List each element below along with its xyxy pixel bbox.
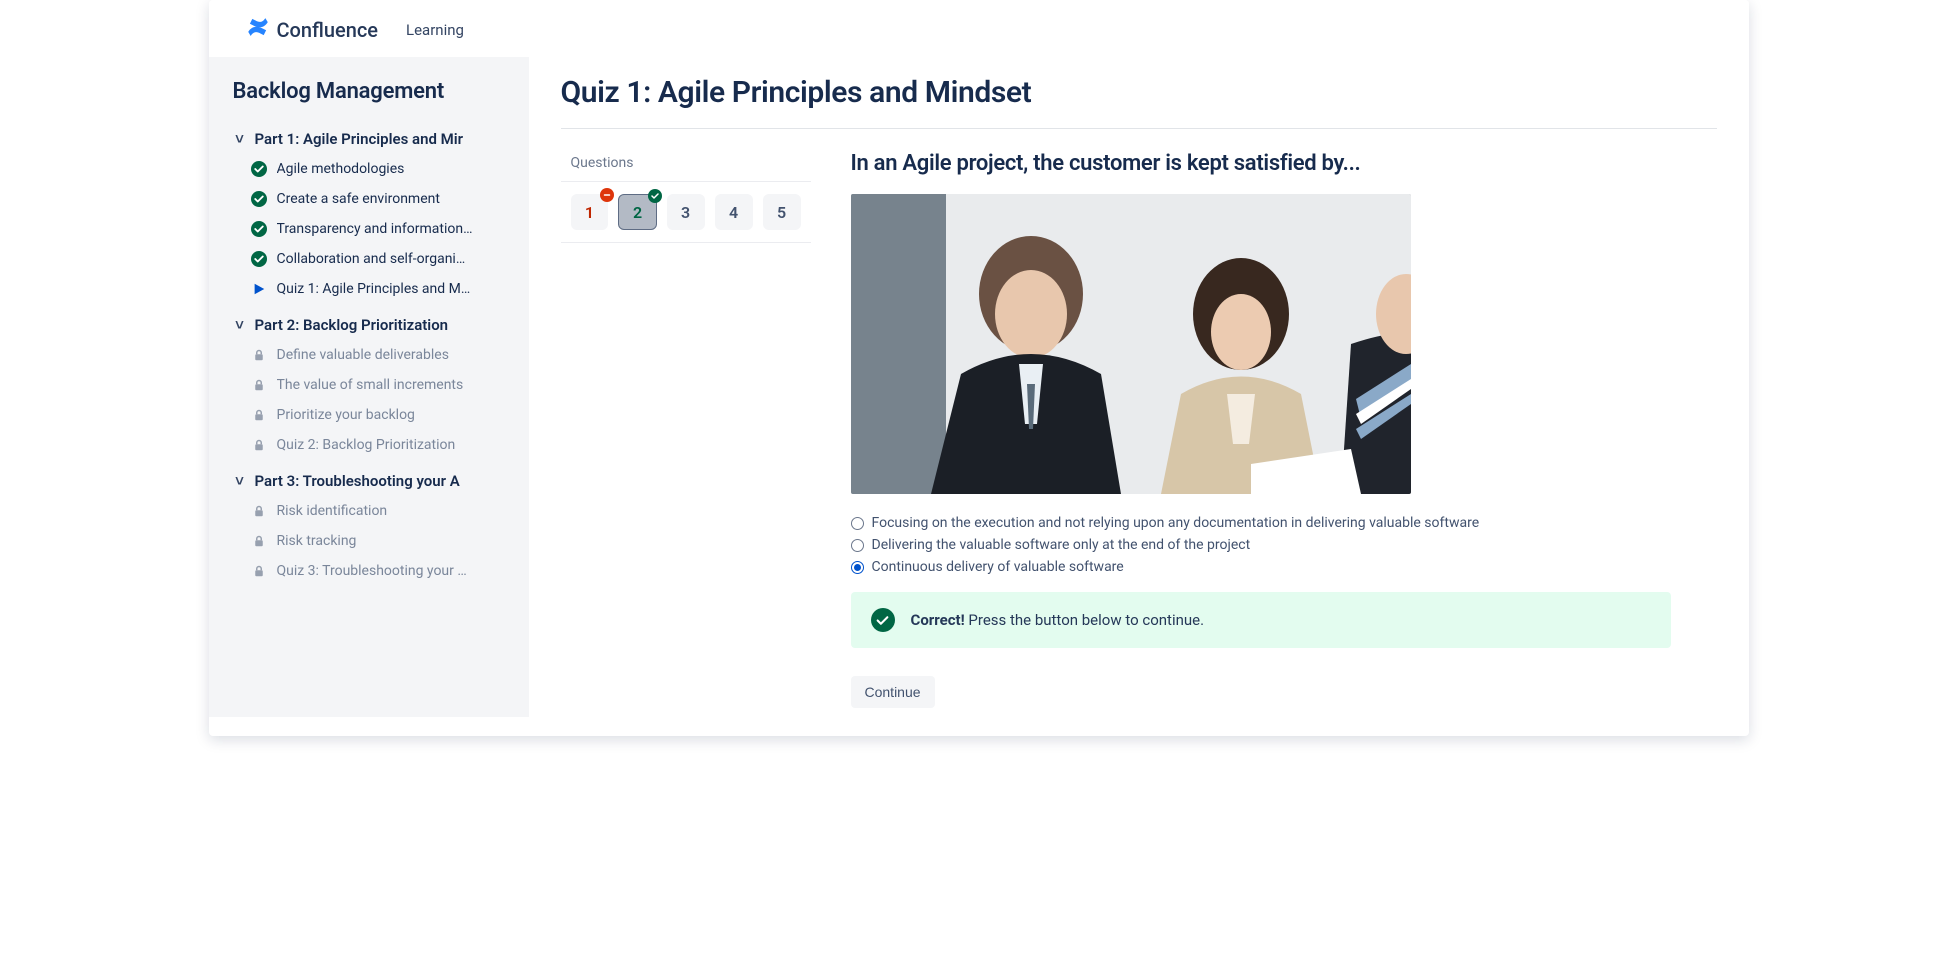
feedback-title: Correct!	[911, 611, 965, 629]
question-chip[interactable]: 4	[715, 194, 753, 230]
sidebar-item-label: Transparency and information…	[277, 221, 473, 237]
lock-icon	[251, 347, 267, 363]
sidebar-item[interactable]: Risk identification	[237, 496, 513, 526]
lock-icon	[251, 503, 267, 519]
check-circle-icon	[251, 161, 267, 177]
sidebar-item-label: Quiz 1: Agile Principles and M…	[277, 281, 471, 297]
question-chip-number: 5	[777, 203, 786, 222]
sidebar-item-label: Quiz 3: Troubleshooting your …	[277, 563, 467, 579]
app-header: Confluence Learning	[209, 0, 1749, 57]
sidebar-item[interactable]: Prioritize your backlog	[237, 400, 513, 430]
answer-option[interactable]: Delivering the valuable software only at…	[851, 534, 1671, 556]
question-chip-number: 3	[681, 203, 690, 222]
radio-icon	[851, 517, 864, 530]
sidebar-part: ˅ Part 3: Troubleshooting your A Risk iden…	[233, 466, 513, 586]
sidebar-item[interactable]: Quiz 2: Backlog Prioritization	[237, 430, 513, 460]
question-chip[interactable]: 1	[571, 194, 609, 230]
sidebar-part-header[interactable]: ˅ Part 1: Agile Principles and Mir	[233, 124, 513, 154]
lock-icon	[251, 533, 267, 549]
sidebar-item[interactable]: The value of small increments	[237, 370, 513, 400]
sidebar-item[interactable]: Define valuable deliverables	[237, 340, 513, 370]
sidebar-part-header[interactable]: ˅ Part 2: Backlog Prioritization	[233, 310, 513, 340]
app-body: Backlog Management ˅ Part 1: Agile Princi…	[209, 57, 1749, 736]
sidebar-item[interactable]: Agile methodologies	[237, 154, 513, 184]
sidebar-part-label: Part 1: Agile Principles and Mir	[255, 130, 464, 148]
check-circle-icon	[871, 608, 895, 632]
question-chip[interactable]: 2	[618, 194, 656, 230]
confluence-logo-icon	[245, 14, 271, 45]
sidebar-part-items: Define valuable deliverables The value of…	[233, 340, 513, 460]
question-chip-number: 4	[729, 203, 738, 222]
radio-icon	[851, 561, 864, 574]
sidebar-item[interactable]: Quiz 3: Troubleshooting your …	[237, 556, 513, 586]
sidebar-part-label: Part 3: Troubleshooting your A	[255, 472, 460, 490]
sidebar-part-items: Risk identification Risk tracking Quiz 3: …	[233, 496, 513, 586]
lock-icon	[251, 437, 267, 453]
course-title: Backlog Management	[233, 79, 513, 104]
question-chips: 1 2 3 4 5	[561, 182, 811, 243]
question-chip[interactable]: 5	[763, 194, 801, 230]
header-section-label[interactable]: Learning	[406, 21, 464, 39]
sidebar-item-label: Agile methodologies	[277, 161, 405, 177]
answer-option[interactable]: Focusing on the execution and not relyin…	[851, 512, 1671, 534]
sidebar-item-label: Risk identification	[277, 503, 388, 519]
page-title: Quiz 1: Agile Principles and Mindset	[561, 75, 1717, 129]
answer-option-label: Focusing on the execution and not relyin…	[872, 515, 1480, 531]
quiz-main: Quiz 1: Agile Principles and Mindset Que…	[529, 57, 1749, 736]
continue-button[interactable]: Continue	[851, 676, 935, 708]
app-window: Confluence Learning Backlog Management ˅…	[209, 0, 1749, 736]
answer-option[interactable]: Continuous delivery of valuable software	[851, 556, 1671, 578]
sidebar-item[interactable]: Create a safe environment	[237, 184, 513, 214]
question-text: In an Agile project, the customer is kep…	[851, 151, 1671, 176]
sidebar-part-label: Part 2: Backlog Prioritization	[255, 316, 449, 334]
sidebar-item-label: Prioritize your backlog	[277, 407, 415, 423]
wrong-badge-icon	[600, 188, 614, 202]
chevron-down-icon: ˅	[233, 472, 247, 490]
sidebar-item-label: Define valuable deliverables	[277, 347, 449, 363]
sidebar-item[interactable]: Risk tracking	[237, 526, 513, 556]
sidebar-item-label: Collaboration and self-organi…	[277, 251, 466, 267]
sidebar-item-label: The value of small increments	[277, 377, 464, 393]
sidebar-item-label: Quiz 2: Backlog Prioritization	[277, 437, 456, 453]
sidebar-part-items: Agile methodologies Create a safe environ…	[233, 154, 513, 304]
radio-icon	[851, 539, 864, 552]
feedback-text: Correct! Press the button below to conti…	[911, 611, 1205, 629]
options-list: Focusing on the execution and not relyin…	[851, 512, 1671, 578]
questions-label: Questions	[561, 151, 811, 182]
feedback-banner: Correct! Press the button below to conti…	[851, 592, 1671, 648]
lock-icon	[251, 563, 267, 579]
sidebar-item-label: Risk tracking	[277, 533, 357, 549]
sidebar-item[interactable]: Collaboration and self-organi…	[237, 244, 513, 274]
lock-icon	[251, 407, 267, 423]
answer-option-label: Delivering the valuable software only at…	[872, 537, 1251, 553]
question-image	[851, 194, 1411, 494]
questions-panel: Questions 1 2 3 4 5	[561, 151, 811, 243]
chevron-down-icon: ˅	[233, 316, 247, 334]
sidebar-item[interactable]: Quiz 1: Agile Principles and M…	[237, 274, 513, 304]
question-chip-number: 1	[585, 203, 594, 222]
sidebar-item[interactable]: Transparency and information…	[237, 214, 513, 244]
question-area: In an Agile project, the customer is kep…	[851, 151, 1671, 708]
feedback-message: Press the button below to continue.	[968, 611, 1204, 629]
correct-badge-icon	[648, 189, 662, 203]
sidebar-part: ˅ Part 1: Agile Principles and Mir Agile m…	[233, 124, 513, 304]
answer-option-label: Continuous delivery of valuable software	[872, 559, 1124, 575]
sidebar-item-label: Create a safe environment	[277, 191, 440, 207]
play-icon	[251, 281, 267, 297]
sidebar-part: ˅ Part 2: Backlog Prioritization Define va…	[233, 310, 513, 460]
check-circle-icon	[251, 191, 267, 207]
check-circle-icon	[251, 221, 267, 237]
chevron-down-icon: ˅	[233, 130, 247, 148]
lock-icon	[251, 377, 267, 393]
confluence-brand[interactable]: Confluence	[245, 14, 379, 45]
course-sidebar: Backlog Management ˅ Part 1: Agile Princi…	[209, 57, 529, 717]
check-circle-icon	[251, 251, 267, 267]
sidebar-part-header[interactable]: ˅ Part 3: Troubleshooting your A	[233, 466, 513, 496]
brand-label: Confluence	[277, 18, 379, 42]
question-chip[interactable]: 3	[667, 194, 705, 230]
question-chip-number: 2	[633, 203, 642, 222]
